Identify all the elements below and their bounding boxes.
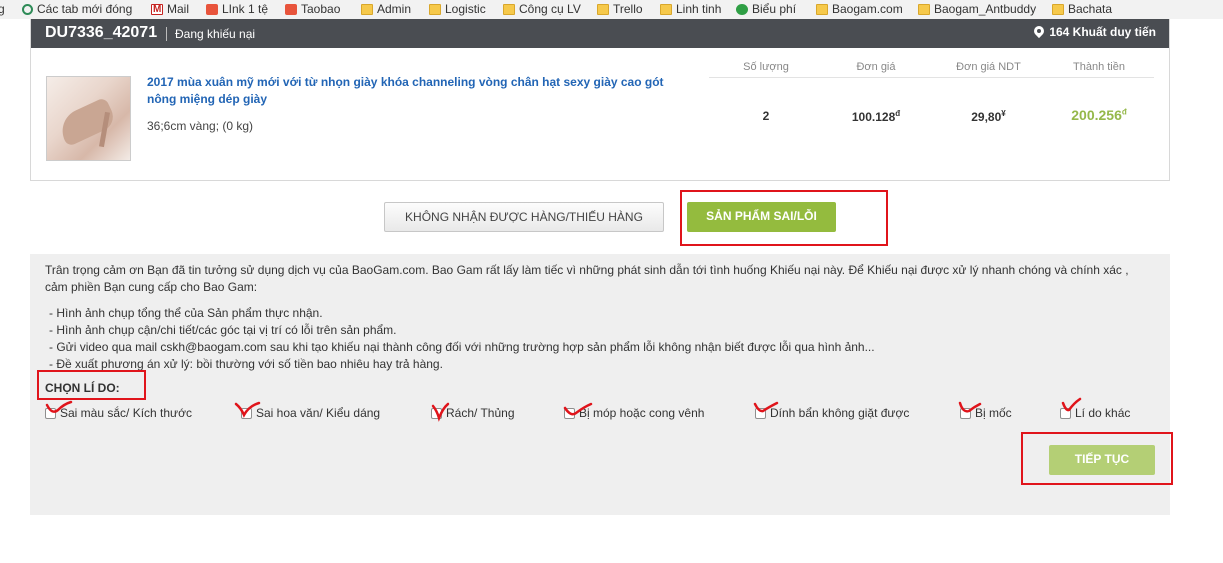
check-mark-annotation bbox=[958, 401, 982, 413]
currency-suffix: đ bbox=[895, 109, 901, 118]
bookmark-label: LInk 1 tệ bbox=[222, 2, 269, 16]
gmail-icon bbox=[151, 2, 163, 18]
bookmark-cong-cu-lv[interactable]: Công cụ LV bbox=[503, 1, 581, 17]
order-header: DU7336_42071 Đang khiếu nại 164 Khuất du… bbox=[31, 19, 1169, 48]
annotation-box bbox=[680, 190, 888, 246]
unit-price-ndt-amount: 29,80 bbox=[971, 110, 1002, 124]
unit-price-amount: 100.128 bbox=[851, 110, 896, 124]
order-card: DU7336_42071 Đang khiếu nại 164 Khuất du… bbox=[30, 19, 1170, 181]
product-attributes: 36;6cm vàng; (0 kg) bbox=[147, 119, 254, 133]
bookmark-label: Baogam_Antbuddy bbox=[934, 2, 1037, 16]
bookmark-label: Taobao bbox=[301, 2, 341, 16]
bookmark-link-1-te[interactable]: LInk 1 tệ bbox=[206, 1, 268, 17]
order-status: Đang khiếu nại bbox=[175, 27, 256, 41]
annotation-box bbox=[1021, 432, 1173, 485]
bookmark-label: Logistic bbox=[445, 2, 486, 16]
folder-icon bbox=[597, 3, 609, 15]
annotation-box bbox=[37, 370, 146, 400]
bookmark-baogam-antbuddy[interactable]: Baogam_Antbuddy bbox=[918, 1, 1036, 17]
delivery-address: 164 Khuất duy tiến bbox=[1034, 25, 1156, 39]
currency-suffix: ¥ bbox=[1001, 109, 1006, 118]
reason-label: Sai màu sắc/ Kích thước bbox=[60, 406, 192, 420]
requirement-item: - Đề xuất phương án xử lý: bồi thường vớ… bbox=[49, 357, 443, 371]
bookmark-label: Các tab mới đóng bbox=[37, 2, 133, 16]
requirements-list: - Hình ảnh chụp tổng thể của Sản phẩm th… bbox=[49, 305, 875, 373]
bookmark-taobao[interactable]: Taobao bbox=[285, 1, 340, 17]
bookmark-label: Linh tinh bbox=[676, 2, 722, 16]
total-value: 200.256đ bbox=[1059, 107, 1139, 123]
complaint-panel: Trân trọng cảm ơn Bạn đã tin tưởng sử dụ… bbox=[30, 254, 1170, 515]
folder-icon bbox=[660, 3, 672, 15]
bookmark-admin[interactable]: Admin bbox=[361, 1, 411, 17]
bookmark-trello[interactable]: Trello bbox=[597, 1, 643, 17]
bookmark-linh-tinh[interactable]: Linh tinh bbox=[660, 1, 721, 17]
refresh-icon bbox=[22, 3, 33, 15]
column-header-total: Thành tiền bbox=[1073, 61, 1125, 73]
bookmark-label: g bbox=[0, 2, 5, 16]
shoe-shape bbox=[55, 96, 118, 148]
currency-suffix: đ bbox=[1121, 107, 1127, 117]
bookmark-label: Biểu phí bbox=[752, 2, 797, 16]
bookmarks-bar: g Các tab mới đóng Mail LInk 1 tệ Taobao… bbox=[0, 0, 1223, 19]
bookmark-bachata[interactable]: Bachata bbox=[1052, 1, 1112, 17]
bookmark-label: Admin bbox=[377, 2, 412, 16]
bookmark-label: Trello bbox=[613, 2, 643, 16]
requirement-item: - Hình ảnh chụp tổng thể của Sản phẩm th… bbox=[49, 306, 323, 320]
column-header-unit-price: Đơn giá bbox=[856, 61, 896, 73]
bookmark-recent-tabs[interactable]: Các tab mới đóng bbox=[22, 1, 132, 17]
bookmark-label: Mail bbox=[167, 2, 190, 16]
check-mark-annotation bbox=[234, 401, 261, 418]
bookmark-mail[interactable]: Mail bbox=[151, 1, 190, 18]
bookmark-bieu-phi[interactable]: Biểu phí bbox=[736, 1, 796, 17]
bookmark-item[interactable]: g bbox=[0, 1, 5, 17]
bookmark-logistic[interactable]: Logistic bbox=[429, 1, 486, 17]
product-name-link[interactable]: 2017 mùa xuân mỹ mới với từ nhọn giày kh… bbox=[147, 74, 687, 108]
globe-icon bbox=[736, 3, 748, 15]
unit-price-value: 100.128đ bbox=[836, 109, 916, 124]
folder-icon bbox=[503, 3, 515, 15]
unit-price-ndt-value: 29,80¥ bbox=[946, 109, 1031, 124]
location-pin-icon bbox=[1034, 26, 1044, 39]
check-mark-annotation bbox=[563, 402, 593, 416]
folder-icon bbox=[918, 3, 930, 15]
column-divider bbox=[709, 77, 1154, 78]
check-mark-annotation bbox=[1061, 397, 1082, 412]
order-id: DU7336_42071 bbox=[45, 24, 158, 41]
product-thumbnail[interactable] bbox=[46, 76, 131, 161]
requirement-item: - Hình ảnh chụp cận/chi tiết/các góc tại… bbox=[49, 323, 397, 337]
requirement-item: - Gửi video qua mail cskh@baogam.com sau… bbox=[49, 340, 875, 354]
reason-label: Sai hoa văn/ Kiểu dáng bbox=[256, 406, 381, 420]
taobao-icon bbox=[206, 3, 218, 15]
bookmark-baogam[interactable]: Baogam.com bbox=[816, 1, 903, 17]
complaint-intro: Trân trọng cảm ơn Bạn đã tin tưởng sử dụ… bbox=[45, 263, 1129, 294]
header-divider bbox=[166, 27, 167, 41]
bookmark-label: Bachata bbox=[1068, 2, 1113, 16]
address-text: 164 Khuất duy tiến bbox=[1049, 25, 1156, 39]
folder-icon bbox=[816, 3, 828, 15]
column-header-unit-price-ndt: Đơn giá NDT bbox=[956, 61, 1021, 73]
quantity-value: 2 bbox=[762, 109, 770, 123]
reason-label: Dính bẩn không giặt được bbox=[770, 406, 910, 420]
total-amount: 200.256 bbox=[1071, 107, 1122, 123]
check-mark-annotation bbox=[753, 401, 779, 413]
not-received-tab-button[interactable]: KHÔNG NHẬN ĐƯỢC HÀNG/THIẾU HÀNG bbox=[384, 202, 664, 232]
reason-label: Bị móp hoặc cong vênh bbox=[579, 406, 705, 420]
taobao-icon bbox=[285, 3, 297, 15]
folder-icon bbox=[361, 3, 373, 15]
check-mark-annotation bbox=[45, 400, 73, 413]
check-mark-annotation bbox=[431, 402, 450, 422]
column-header-quantity: Số lượng bbox=[743, 61, 789, 73]
folder-icon bbox=[429, 3, 441, 15]
bookmark-label: Công cụ LV bbox=[519, 2, 581, 16]
bookmark-label: Baogam.com bbox=[832, 2, 903, 16]
folder-icon bbox=[1052, 3, 1064, 15]
